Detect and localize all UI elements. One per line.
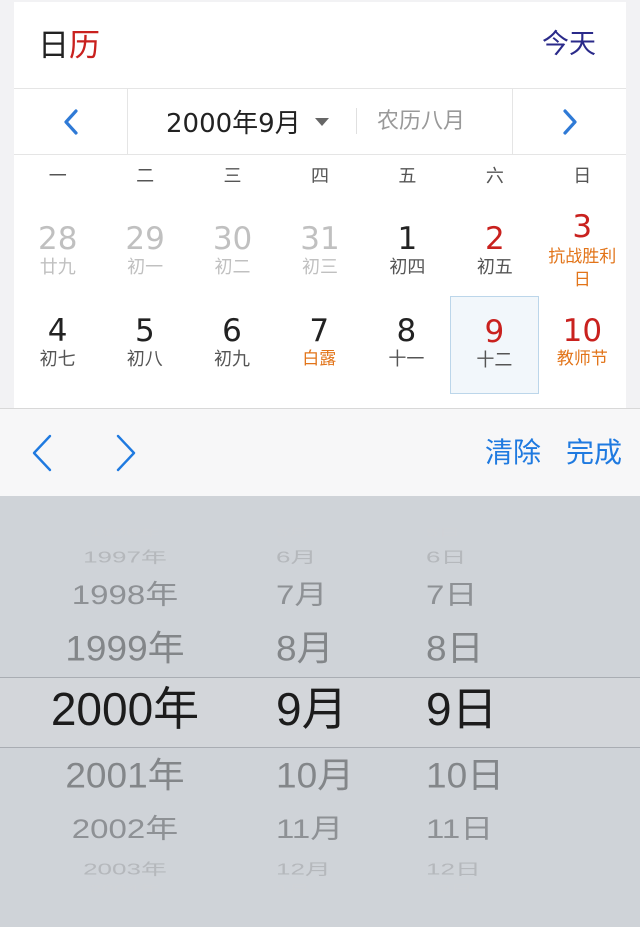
today-button[interactable]: 今天	[542, 27, 596, 63]
day-number: 1	[397, 221, 418, 257]
weekday-label: 二	[136, 166, 155, 187]
day-cell[interactable]: 31 初三	[276, 206, 363, 302]
lunar-date: 初八	[126, 349, 163, 370]
lunar-date: 初七	[39, 349, 76, 370]
day-number: 7	[309, 313, 330, 349]
day-cell[interactable]: 10 教师节	[539, 298, 626, 394]
day-number: 31	[300, 221, 340, 257]
chevron-left-icon	[63, 108, 78, 135]
month-select[interactable]: 2000年9月	[166, 89, 329, 154]
holiday-label: 教师节	[556, 349, 608, 369]
weekday-label: 日	[573, 166, 592, 187]
day-cell-selected[interactable]: 9 十二	[450, 296, 539, 394]
day-number: 8	[396, 313, 417, 349]
lunar-date: 廿九	[39, 257, 76, 278]
day-cell[interactable]: 8 十一	[363, 298, 450, 394]
month-navigation: 2000年9月 农历八月	[14, 89, 626, 155]
year-wheel[interactable]: 1996年 1997年 1998年 1999年 2000年 2001年 2002年 2003年…	[0, 496, 250, 927]
day-cell[interactable]: 4 初七	[14, 298, 101, 394]
day-number: 6	[222, 313, 242, 349]
current-month-label: 2000年9月	[166, 109, 301, 139]
year-option[interactable]: 1999年	[0, 627, 250, 670]
year-option[interactable]: 2001年	[0, 754, 250, 797]
solar-term-label: 白露	[302, 349, 337, 369]
day-option[interactable]: 10日	[390, 754, 576, 797]
year-option[interactable]: 1997年	[0, 547, 250, 567]
clear-button[interactable]: 清除	[485, 435, 541, 471]
calendar-header: 日历 今天	[14, 2, 626, 89]
day-cell[interactable]: 28 廿九	[14, 206, 101, 302]
day-option[interactable]: 12日	[390, 859, 576, 879]
lunar-date: 初二	[214, 257, 251, 278]
day-number: 3	[572, 209, 593, 245]
picker-prev-button[interactable]	[22, 429, 62, 477]
day-number: 30	[212, 221, 253, 257]
year-option[interactable]: 1998年	[0, 578, 250, 612]
day-cell[interactable]: 5 初八	[101, 298, 188, 394]
prev-month-button[interactable]	[14, 89, 128, 154]
nav-divider	[356, 108, 357, 134]
picker-next-button[interactable]	[106, 429, 146, 477]
day-option-selected[interactable]: 9日	[390, 682, 576, 736]
day-number: 5	[134, 313, 155, 349]
lunar-date: 初五	[476, 257, 513, 278]
chevron-right-icon	[116, 434, 136, 472]
weekday-label: 六	[485, 166, 504, 187]
day-option[interactable]: 7日	[390, 578, 576, 612]
lunar-date: 初三	[301, 257, 338, 278]
day-option[interactable]: 11日	[390, 812, 576, 846]
day-option[interactable]: 8日	[390, 627, 576, 670]
holiday-label: 抗战胜利日	[548, 247, 617, 290]
day-wheel[interactable]: 5日 6日 7日 8日 9日 10日 11日 12日 13日	[390, 496, 540, 927]
weekday-label: 四	[310, 166, 329, 187]
year-option-selected[interactable]: 2000年	[0, 682, 250, 736]
month-wheel[interactable]: 5月 6月 7月 8月 9月 10月 11月 12月 1月	[250, 496, 390, 927]
day-number: 4	[47, 313, 68, 349]
chevron-right-icon	[562, 108, 577, 135]
weekday-label: 一	[48, 166, 67, 187]
day-cell[interactable]: 2 初五	[451, 206, 538, 302]
date-wheel-picker[interactable]: 1996年 1997年 1998年 1999年 2000年 2001年 2002年 2003年…	[0, 496, 640, 927]
weekday-label: 五	[398, 166, 417, 187]
picker-toolbar: 清除 完成	[0, 408, 640, 497]
day-option[interactable]: 13日	[390, 882, 576, 896]
weekday-label: 三	[223, 166, 242, 187]
lunar-date: 十二	[476, 350, 513, 371]
title-part-1: 日	[38, 28, 69, 64]
next-month-button[interactable]	[512, 89, 626, 154]
year-option[interactable]: 2003年	[0, 859, 250, 879]
day-cell[interactable]: 29 初一	[101, 206, 188, 302]
day-option[interactable]: 5日	[390, 526, 576, 540]
done-button[interactable]: 完成	[566, 435, 622, 471]
caret-down-icon	[314, 117, 329, 126]
day-option[interactable]: 6日	[390, 547, 576, 567]
calendar-card: 日历 今天 2000年9月 农历八月 一 二 三 四 五 六 日 28 廿九 29…	[14, 2, 626, 408]
year-option[interactable]: 1996年	[0, 526, 250, 540]
calendar-title: 日历	[38, 26, 100, 66]
day-number: 9	[484, 314, 505, 350]
title-part-2: 历	[69, 28, 100, 64]
year-option[interactable]: 2004年	[0, 882, 250, 896]
day-cell[interactable]: 3 抗战胜利日	[539, 206, 626, 302]
weekday-header: 一 二 三 四 五 六 日	[14, 155, 626, 199]
day-number: 29	[125, 221, 165, 257]
day-number: 10	[562, 313, 603, 349]
day-number: 2	[484, 221, 505, 257]
day-cell[interactable]: 30 初二	[189, 206, 276, 302]
day-cell[interactable]: 1 初四	[364, 206, 451, 302]
lunar-date: 初四	[389, 257, 426, 278]
lunar-date: 十一	[388, 349, 425, 370]
day-cell[interactable]: 6 初九	[188, 298, 275, 394]
lunar-date: 初一	[127, 257, 164, 278]
year-option[interactable]: 2002年	[0, 812, 250, 846]
chevron-left-icon	[32, 434, 52, 472]
lunar-month-label: 农历八月	[377, 109, 466, 134]
week-row: 4 初七 5 初八 6 初九 7 白露 8 十一 9 十二 10 教师节	[14, 296, 626, 394]
day-number: 28	[37, 221, 78, 257]
week-row: 28 廿九 29 初一 30 初二 31 初三 1 初四 2 初五 3 抗战胜利日	[14, 206, 626, 300]
day-cell[interactable]: 7 白露	[276, 298, 363, 394]
lunar-date: 初九	[214, 349, 250, 370]
